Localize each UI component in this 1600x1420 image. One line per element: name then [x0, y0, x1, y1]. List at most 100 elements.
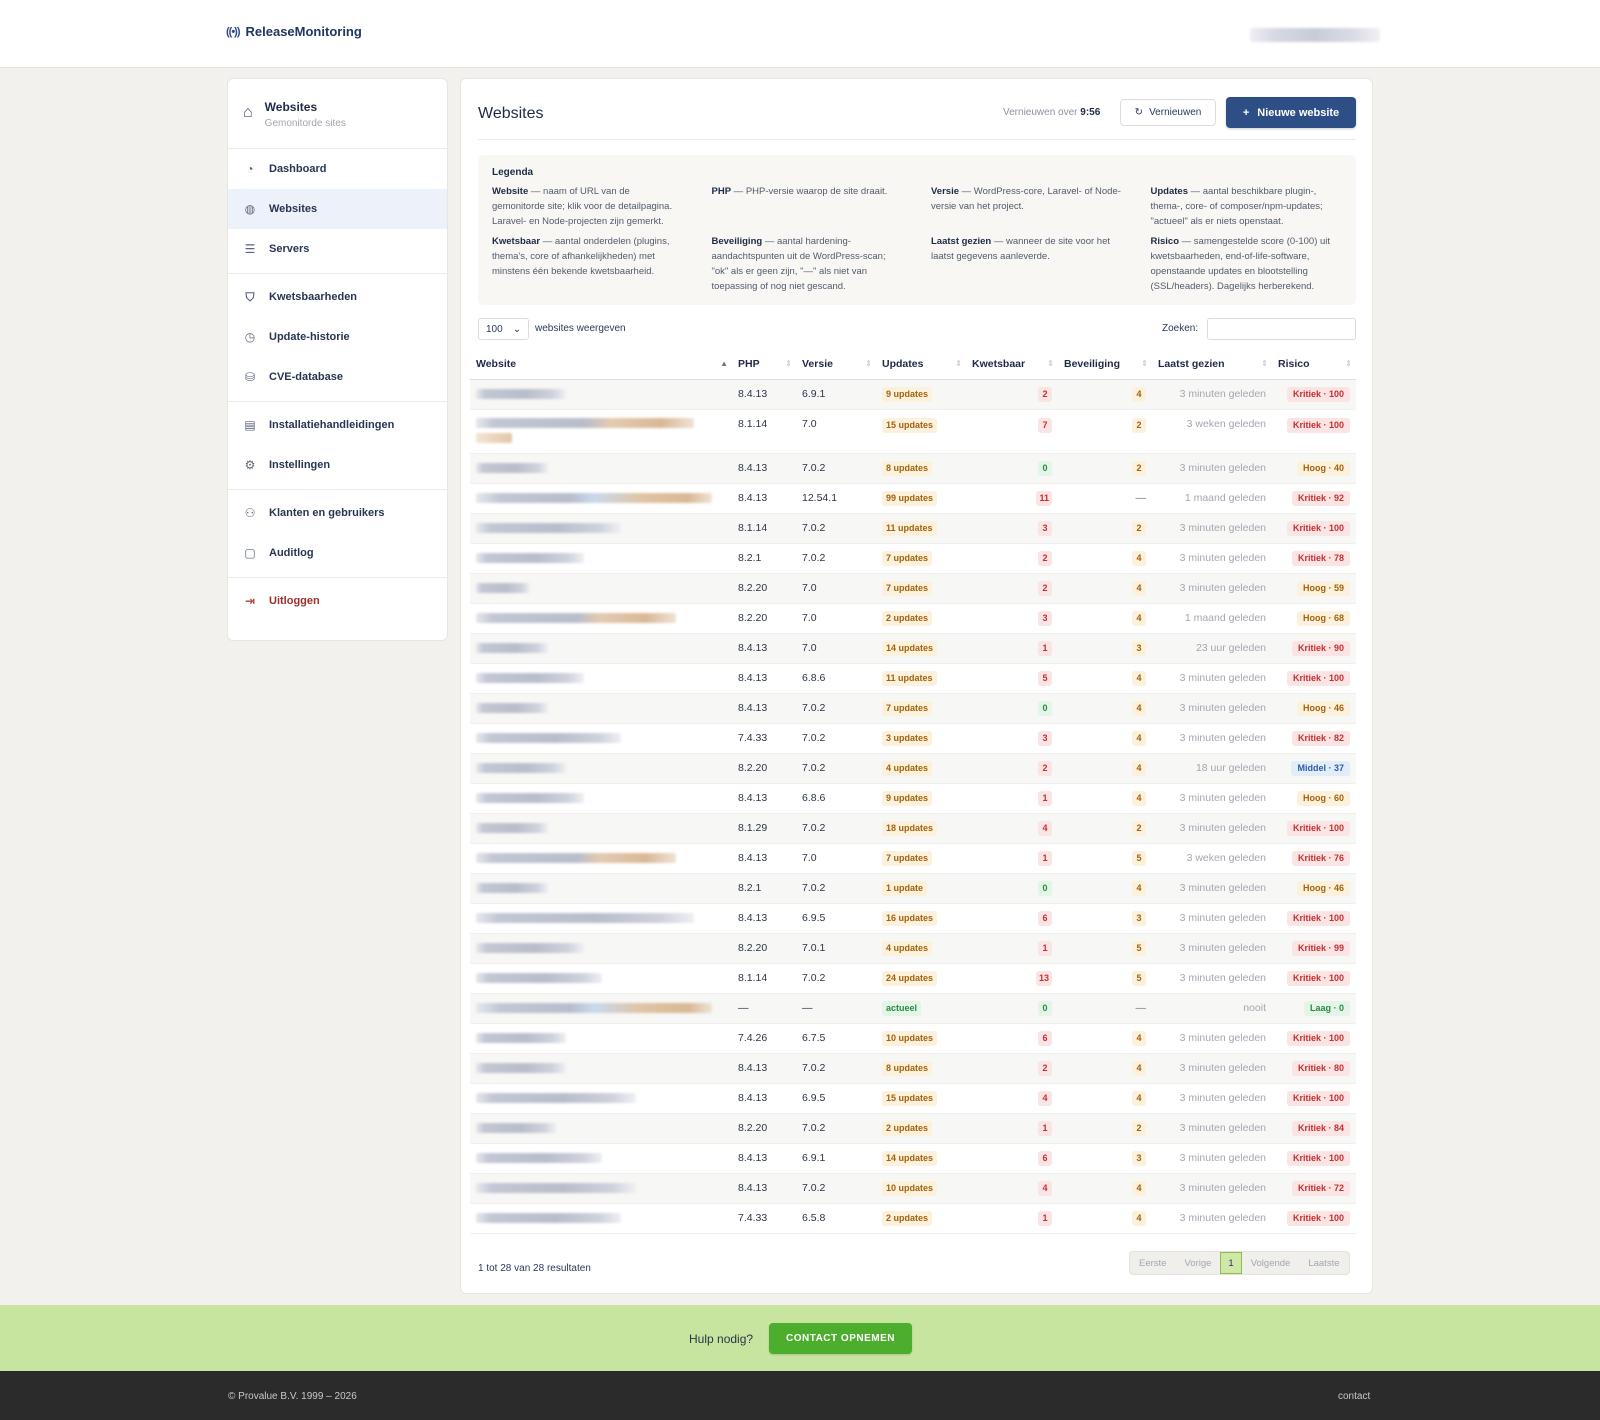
pager-first[interactable]: Eerste [1130, 1252, 1175, 1274]
website-name-cell[interactable] [470, 603, 732, 634]
website-name-redacted[interactable] [476, 389, 566, 399]
website-name-redacted[interactable] [476, 913, 694, 923]
website-name-cell[interactable] [470, 633, 732, 664]
table-row[interactable]: 8.2.20 7.0.2 2 updates 1 2 3 minuten geleden K… [470, 1113, 1356, 1144]
sidebar-item-klanten-en-gebruikers[interactable]: ⚇ Klanten en gebruikers [228, 493, 447, 533]
website-name-redacted[interactable] [476, 523, 621, 533]
column-header-kwetsbaar[interactable]: Kwetsbaar ⇕ [966, 349, 1058, 380]
website-name-cell[interactable] [470, 1083, 732, 1114]
table-row[interactable]: 8.2.20 7.0.2 4 updates 2 4 18 uur geleden Midd… [470, 753, 1356, 784]
table-row[interactable]: 8.2.20 7.0.1 4 updates 1 5 3 minuten geleden K… [470, 933, 1356, 964]
website-name-redacted[interactable] [476, 1093, 636, 1103]
website-name-redacted[interactable] [476, 1033, 566, 1043]
table-row[interactable]: 8.2.1 7.0.2 1 update 0 4 3 minuten geleden Hoo… [470, 873, 1356, 904]
website-name-redacted[interactable] [476, 613, 676, 623]
sidebar-item-cve-database[interactable]: ⛁ CVE-database [228, 357, 447, 397]
website-name-cell[interactable] [470, 1023, 732, 1054]
table-row[interactable]: 7.4.33 6.5.8 2 updates 1 4 3 minuten geleden K… [470, 1203, 1356, 1234]
table-row[interactable]: 8.4.13 6.9.1 9 updates 2 4 3 minuten geleden K… [470, 379, 1356, 410]
website-name-cell[interactable] [470, 453, 732, 484]
column-header-php[interactable]: PHP ⇕ [732, 349, 796, 380]
column-header-updates[interactable]: Updates ⇕ [876, 349, 966, 380]
website-name-redacted[interactable] [476, 673, 584, 683]
website-name-cell[interactable] [470, 573, 732, 604]
table-row[interactable]: 8.2.1 7.0.2 7 updates 2 4 3 minuten geleden Kr… [470, 543, 1356, 574]
website-name-redacted[interactable] [476, 943, 584, 953]
sidebar-item-servers[interactable]: ☰ Servers [228, 229, 447, 269]
website-name-cell[interactable] [470, 993, 732, 1024]
website-name-cell[interactable] [470, 843, 732, 874]
pager-previous[interactable]: Vorige [1175, 1252, 1220, 1274]
website-name-redacted[interactable] [476, 853, 676, 863]
table-row[interactable]: 8.4.13 6.9.1 14 updates 6 3 3 minuten geleden… [470, 1143, 1356, 1174]
table-row[interactable]: 7.4.26 6.7.5 10 updates 6 4 3 minuten geleden… [470, 1023, 1356, 1054]
website-name-redacted[interactable] [476, 1003, 712, 1013]
sidebar-item-uitloggen[interactable]: ⇥ Uitloggen [228, 581, 447, 621]
table-row[interactable]: 8.4.13 7.0.2 8 updates 2 4 3 minuten geleden K… [470, 1053, 1356, 1084]
website-name-redacted[interactable] [476, 1213, 621, 1223]
website-name-cell[interactable] [470, 963, 732, 994]
website-name-redacted[interactable] [476, 553, 584, 563]
sidebar-item-kwetsbaarheden[interactable]: ⛉ Kwetsbaarheden [228, 277, 447, 317]
table-row[interactable]: 8.2.20 7.0 2 updates 3 4 1 maand geleden Hoog … [470, 603, 1356, 634]
table-row[interactable]: 8.4.13 6.8.6 11 updates 5 4 3 minuten geleden… [470, 663, 1356, 694]
website-name-redacted[interactable] [476, 493, 712, 503]
website-name-redacted[interactable] [476, 823, 548, 833]
table-row[interactable]: 8.1.29 7.0.2 18 updates 4 2 3 minuten geleden… [470, 813, 1356, 844]
footer-contact-link[interactable]: contact [1338, 1391, 1370, 1402]
table-row[interactable]: 8.4.13 7.0.2 10 updates 4 4 3 minuten geleden… [470, 1173, 1356, 1204]
contact-button[interactable]: CONTACT OPNEMEN [769, 1323, 912, 1354]
website-name-cell[interactable] [470, 753, 732, 784]
column-header-risico[interactable]: Risico ⇕ [1272, 349, 1356, 380]
website-name-redacted[interactable] [476, 763, 566, 773]
website-name-redacted[interactable] [476, 793, 584, 803]
pager-last[interactable]: Laatste [1299, 1252, 1348, 1274]
website-name-cell[interactable] [470, 873, 732, 904]
website-name-redacted[interactable] [476, 1183, 636, 1193]
website-name-cell[interactable] [470, 483, 732, 514]
website-name-cell[interactable] [470, 513, 732, 544]
sidebar-item-installatiehandleidingen[interactable]: ▤ Installatiehandleidingen [228, 405, 447, 445]
website-name-redacted[interactable] [476, 583, 530, 593]
website-name-cell[interactable] [470, 379, 732, 410]
table-row[interactable]: 8.4.13 6.8.6 9 updates 1 4 3 minuten geleden H… [470, 783, 1356, 814]
website-name-cell[interactable] [470, 783, 732, 814]
website-name-cell[interactable] [470, 409, 732, 454]
table-row[interactable]: — — actueel 0— nooit Laag · 0 [470, 993, 1356, 1024]
search-input[interactable] [1207, 318, 1356, 340]
sidebar-item-update-historie[interactable]: ◷ Update-historie [228, 317, 447, 357]
column-header-website[interactable]: Website ▲ [470, 349, 732, 380]
website-name-cell[interactable] [470, 1143, 732, 1174]
table-row[interactable]: 8.4.13 7.0 14 updates 1 3 23 uur geleden Kriti… [470, 633, 1356, 664]
sidebar-item-instellingen[interactable]: ⚙ Instellingen [228, 445, 447, 485]
website-name-redacted[interactable] [476, 1123, 556, 1133]
website-name-cell[interactable] [470, 933, 732, 964]
website-name-redacted[interactable] [476, 1153, 602, 1163]
table-row[interactable]: 8.1.14 7.0.2 24 updates 13 5 3 minuten gelede… [470, 963, 1356, 994]
pager-next[interactable]: Volgende [1242, 1252, 1300, 1274]
website-name-redacted[interactable] [476, 883, 548, 893]
table-row[interactable]: 8.4.13 6.9.5 15 updates 4 4 3 minuten geleden… [470, 1083, 1356, 1114]
website-name-cell[interactable] [470, 813, 732, 844]
website-name-redacted[interactable] [476, 703, 548, 713]
sidebar-item-dashboard[interactable]: ◔ Dashboard [228, 149, 447, 189]
website-name-cell[interactable] [470, 1053, 732, 1084]
refresh-button[interactable]: ↻ Vernieuwen [1120, 99, 1216, 126]
sidebar-item-websites[interactable]: ◍ Websites [228, 189, 447, 229]
table-row[interactable]: 8.4.13 7.0 7 updates 1 5 3 weken geleden Kriti… [470, 843, 1356, 874]
website-name-cell[interactable] [470, 903, 732, 934]
website-name-cell[interactable] [470, 663, 732, 694]
website-name-cell[interactable] [470, 543, 732, 574]
sidebar-item-auditlog[interactable]: ▢ Auditlog [228, 533, 447, 573]
table-row[interactable]: 7.4.33 7.0.2 3 updates 3 4 3 minuten geleden K… [470, 723, 1356, 754]
website-name-redacted[interactable] [476, 1063, 566, 1073]
column-header-versie[interactable]: Versie ⇕ [796, 349, 876, 380]
column-header-laatst-gezien[interactable]: Laatst gezien ⇕ [1152, 349, 1272, 380]
website-name-cell[interactable] [470, 693, 732, 724]
column-header-beveiliging[interactable]: Beveiliging ⇕ [1058, 349, 1152, 380]
website-name-redacted[interactable] [476, 463, 548, 473]
website-name-cell[interactable] [470, 1113, 732, 1144]
website-name-redacted[interactable] [476, 733, 621, 743]
table-row[interactable]: 8.4.13 12.54.1 99 updates 11 — 1 maand gelede… [470, 483, 1356, 514]
table-row[interactable]: 8.4.13 7.0.2 7 updates 0 4 3 minuten geleden H… [470, 693, 1356, 724]
